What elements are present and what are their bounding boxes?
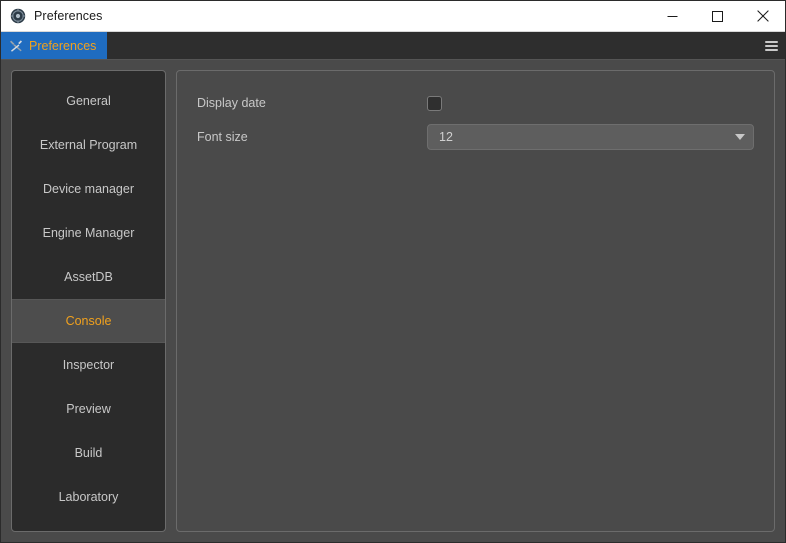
preferences-sidebar: General External Program Device manager … xyxy=(11,70,166,532)
display-date-row: Display date xyxy=(197,89,754,117)
preferences-window: Preferences Preferences General External… xyxy=(0,0,786,543)
window-title: Preferences xyxy=(34,9,103,23)
title-bar: Preferences xyxy=(1,1,785,32)
display-date-field-area xyxy=(427,95,754,111)
sidebar-item-console[interactable]: Console xyxy=(12,299,165,343)
sidebar-item-assetdb[interactable]: AssetDB xyxy=(12,255,165,299)
tab-label: Preferences xyxy=(29,38,97,53)
hamburger-menu-icon[interactable] xyxy=(757,32,785,59)
sidebar-item-device-manager[interactable]: Device manager xyxy=(12,167,165,211)
close-button[interactable] xyxy=(740,1,785,31)
tab-bar: Preferences xyxy=(1,32,785,60)
hamburger-lines xyxy=(764,40,778,51)
tools-icon xyxy=(9,39,23,53)
app-gear-icon xyxy=(10,8,26,24)
maximize-button[interactable] xyxy=(695,1,740,31)
minimize-button[interactable] xyxy=(650,1,695,31)
window-body: General External Program Device manager … xyxy=(1,60,785,542)
tab-bar-spacer xyxy=(107,32,757,59)
font-size-row: Font size 12 xyxy=(197,123,754,151)
sidebar-item-engine-manager[interactable]: Engine Manager xyxy=(12,211,165,255)
console-settings-panel: Display date Font size 12 xyxy=(176,70,775,532)
tab-preferences[interactable]: Preferences xyxy=(1,32,108,59)
sidebar-item-laboratory[interactable]: Laboratory xyxy=(12,475,165,519)
font-size-dropdown[interactable]: 12 xyxy=(427,124,754,150)
sidebar-item-external-program[interactable]: External Program xyxy=(12,123,165,167)
font-size-label: Font size xyxy=(197,130,248,144)
font-size-value: 12 xyxy=(439,130,453,144)
sidebar-item-preview[interactable]: Preview xyxy=(12,387,165,431)
chevron-down-icon xyxy=(735,134,745,140)
font-size-field-area: 12 xyxy=(427,124,754,150)
sidebar-item-general[interactable]: General xyxy=(12,79,165,123)
window-controls xyxy=(650,1,785,31)
sidebar-item-inspector[interactable]: Inspector xyxy=(12,343,165,387)
display-date-label: Display date xyxy=(197,96,266,110)
display-date-checkbox[interactable] xyxy=(427,95,442,111)
sidebar-item-build[interactable]: Build xyxy=(12,431,165,475)
